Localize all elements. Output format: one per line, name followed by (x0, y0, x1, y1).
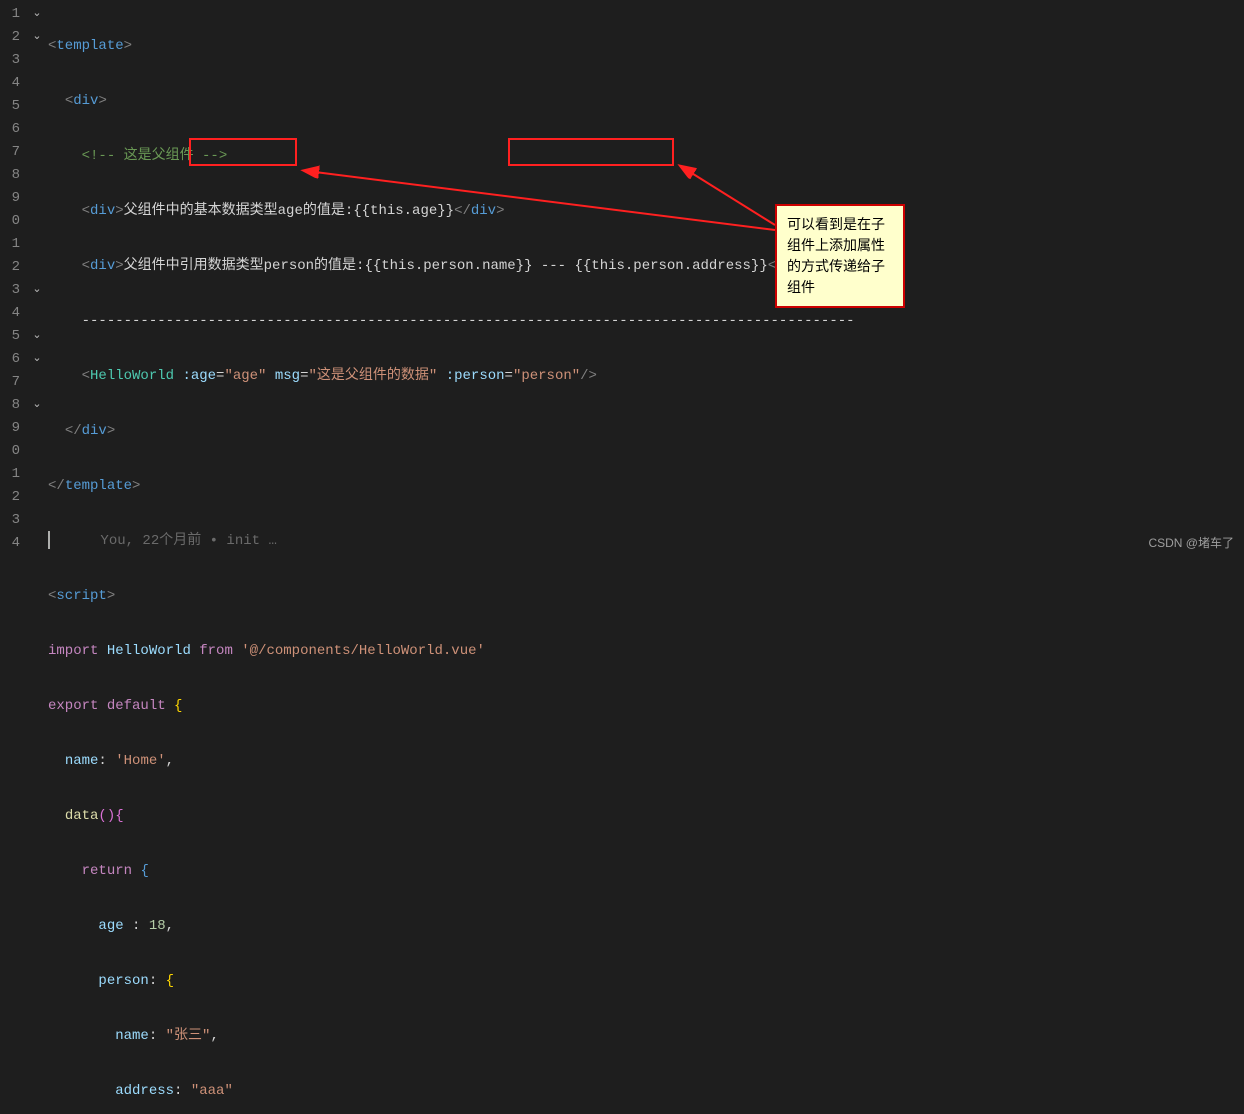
code-area[interactable]: <template> <div> <!-- 这是父组件 --> <div>父组件… (46, 0, 1244, 557)
code-line[interactable]: address: "aaa" (46, 1080, 1244, 1103)
cursor-icon (48, 531, 50, 549)
code-line[interactable]: <div> (46, 90, 1244, 113)
code-line[interactable]: name: 'Home', (46, 750, 1244, 773)
line-gutter: 1 2 3 4 5 6 7 8 9 0 1 2 3 4 5 6 7 8 9 0 … (0, 0, 28, 557)
fold-icon[interactable]: ⌄ (28, 348, 46, 371)
code-line[interactable]: name: "张三", (46, 1025, 1244, 1048)
code-line[interactable]: person: { (46, 970, 1244, 993)
code-line[interactable]: <div>父组件中的基本数据类型age的值是:{{this.age}}</div… (46, 200, 1244, 223)
fold-column: ⌄ ⌄ ⌄ ⌄ ⌄ ⌄ (28, 0, 46, 557)
code-line[interactable]: ----------------------------------------… (46, 310, 1244, 333)
fold-icon[interactable]: ⌄ (28, 26, 46, 49)
code-line[interactable]: <HelloWorld :age="age" msg="这是父组件的数据" :p… (46, 365, 1244, 388)
code-line[interactable]: You, 22个月前 • init … (46, 530, 1244, 553)
fold-icon[interactable]: ⌄ (28, 279, 46, 302)
code-line[interactable]: return { (46, 860, 1244, 883)
code-line[interactable]: data(){ (46, 805, 1244, 828)
code-line[interactable]: </div> (46, 420, 1244, 443)
code-line[interactable]: </template> (46, 475, 1244, 498)
watermark: CSDN @堵车了 (1148, 534, 1234, 551)
codelens[interactable]: You, 22个月前 • init … (100, 533, 276, 549)
annotation-callout: 可以看到是在子 组件上添加属性 的方式传递给子 组件 (775, 204, 905, 308)
code-editor[interactable]: 1 2 3 4 5 6 7 8 9 0 1 2 3 4 5 6 7 8 9 0 … (0, 0, 1244, 557)
code-line[interactable]: import HelloWorld from '@/components/Hel… (46, 640, 1244, 663)
fold-icon[interactable]: ⌄ (28, 394, 46, 417)
fold-icon[interactable]: ⌄ (28, 325, 46, 348)
code-line[interactable]: <div>父组件中引用数据类型person的值是:{{this.person.n… (46, 255, 1244, 278)
code-line[interactable]: <!-- 这是父组件 --> (46, 145, 1244, 168)
code-line[interactable]: export default { (46, 695, 1244, 718)
code-line[interactable]: <script> (46, 585, 1244, 608)
code-line[interactable]: age : 18, (46, 915, 1244, 938)
code-line[interactable]: <template> (46, 35, 1244, 58)
fold-icon[interactable]: ⌄ (28, 3, 46, 26)
